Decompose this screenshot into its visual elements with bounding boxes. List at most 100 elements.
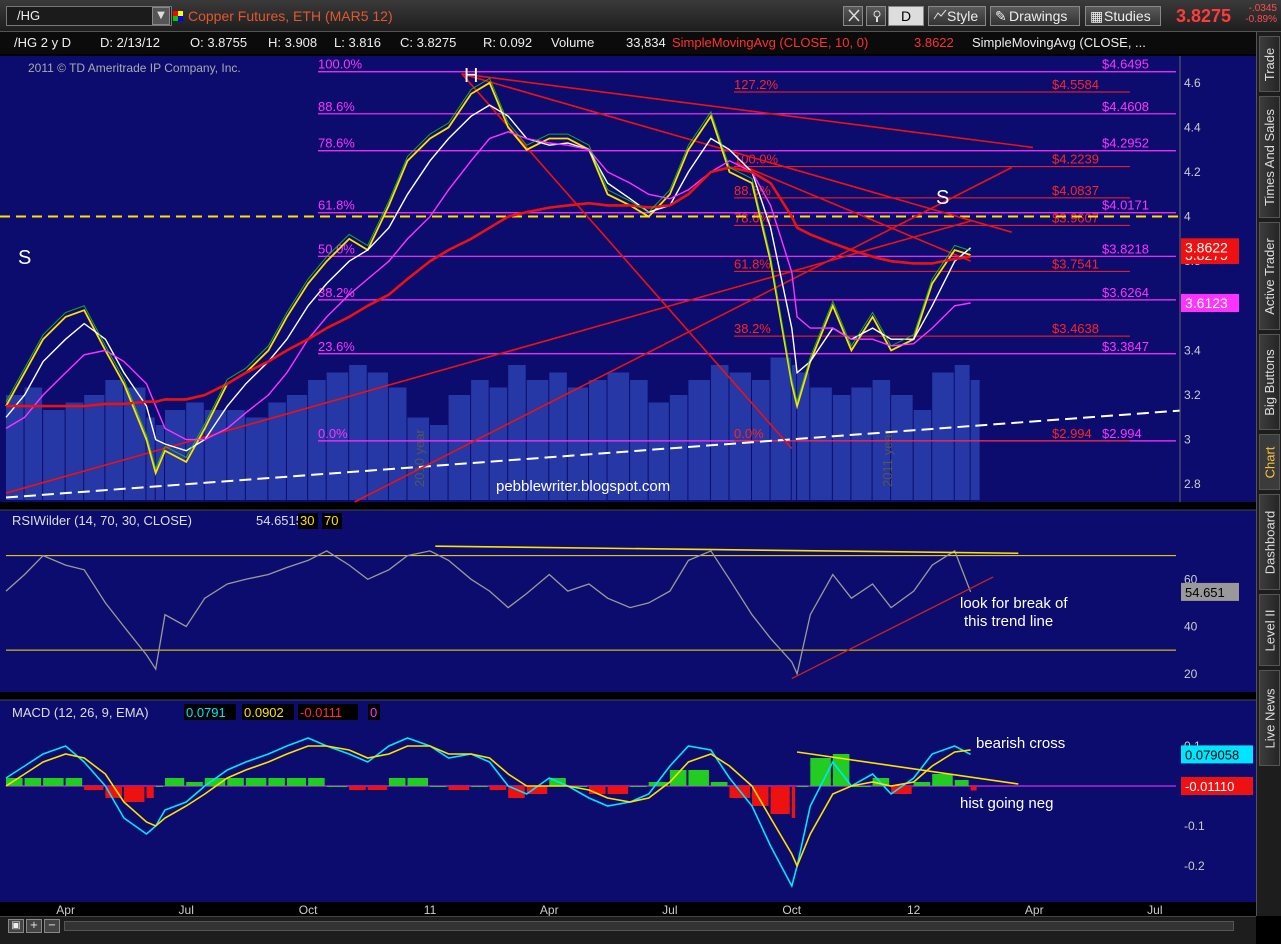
flag-icon[interactable] bbox=[173, 10, 183, 21]
macd-hist-bar bbox=[308, 778, 325, 786]
macd-hist-bar bbox=[489, 786, 507, 790]
sidebar-tab-label: Live News bbox=[1262, 688, 1277, 748]
fib1-price-label: $4.0171 bbox=[1102, 198, 1149, 213]
fib1-price-label: $4.2952 bbox=[1102, 136, 1149, 151]
macd-hist-bar bbox=[630, 786, 647, 787]
rsi-oversold-label: 30 bbox=[300, 513, 314, 528]
volume-bar bbox=[227, 410, 245, 500]
symbol-input[interactable]: /HG bbox=[6, 6, 172, 26]
macd-hist-bar bbox=[448, 786, 470, 790]
sidebar-tab-big-buttons[interactable]: Big Buttons bbox=[1259, 334, 1280, 430]
macd-hist-bar bbox=[367, 786, 387, 790]
fib1-pct-label: 0.0% bbox=[318, 426, 348, 441]
volume-bar bbox=[932, 372, 954, 500]
sidebar-tab-dashboard[interactable]: Dashboard bbox=[1259, 494, 1280, 590]
fib2-pct-label: 38.2% bbox=[734, 321, 771, 336]
fib1-price-label: $2.994 bbox=[1102, 426, 1142, 441]
pattern-label-left-shoulder: S bbox=[18, 247, 31, 269]
macd-hist-bar bbox=[797, 786, 809, 787]
crosshair-icon[interactable] bbox=[843, 6, 863, 26]
price-tick-label: 4.4 bbox=[1184, 120, 1201, 134]
info-field-10: 3.8622 bbox=[914, 35, 954, 50]
horizontal-scrollbar[interactable] bbox=[64, 921, 1234, 931]
sidebar-tab-live-news[interactable]: Live News bbox=[1259, 670, 1280, 766]
fib2-price-label: $3.4638 bbox=[1052, 321, 1099, 336]
price-tick-label: 4 bbox=[1184, 210, 1191, 224]
sidebar-tab-level-ii[interactable]: Level II bbox=[1259, 594, 1280, 666]
fib2-pct-label: 61.8% bbox=[734, 256, 771, 271]
info-field-6: R: 0.092 bbox=[483, 35, 532, 50]
volume-bar bbox=[367, 372, 388, 500]
chart-area[interactable]: /HG 2 y D D: 2/13/12 O: 3.8755 H: 3.908 L: 3… bbox=[0, 32, 1256, 916]
macd-hist-bar bbox=[607, 786, 629, 794]
sidebar-tab-label: Times And Sales bbox=[1262, 108, 1277, 206]
volume-bar bbox=[810, 387, 832, 500]
macd-hist-bar bbox=[970, 786, 977, 791]
price-tick-label: 4.2 bbox=[1184, 165, 1201, 179]
fib2-price-label: $4.5584 bbox=[1052, 77, 1099, 92]
info-field-1: D: 2/13/12 bbox=[100, 35, 160, 50]
fib2-price-label: $3.9607 bbox=[1052, 210, 1099, 225]
zoom-in-icon[interactable]: + bbox=[26, 919, 42, 933]
fib1-pct-label: 23.6% bbox=[318, 339, 355, 354]
macd-hist-bar bbox=[268, 778, 285, 786]
style-button[interactable]: Style bbox=[928, 6, 986, 26]
price-change-abs: -.0345 bbox=[1248, 3, 1277, 14]
x-tick-label: Apr bbox=[1025, 903, 1044, 916]
volume-bar bbox=[954, 365, 970, 500]
volume-bar bbox=[913, 410, 932, 500]
info-field-5: C: 3.8275 bbox=[400, 35, 456, 50]
rsi-title: RSIWilder (14, 70, 30, CLOSE) bbox=[12, 513, 192, 528]
macd-annotation-bearish-cross: bearish cross bbox=[976, 735, 1065, 752]
fib2-pct-label: 127.2% bbox=[734, 77, 779, 92]
volume-bar bbox=[471, 380, 489, 500]
symbol-dropdown-button[interactable]: ▼ bbox=[152, 7, 170, 25]
drawings-button[interactable]: ✎ Drawings bbox=[990, 6, 1080, 26]
price-change: -.0345 -0.89% bbox=[1237, 3, 1277, 25]
year-label-2010: 2010 year bbox=[412, 429, 427, 487]
macd-hist-bar bbox=[165, 778, 185, 786]
volume-bar bbox=[710, 365, 729, 500]
price-tick-label: 4.6 bbox=[1184, 76, 1201, 90]
sidebar-tab-trade[interactable]: Trade bbox=[1259, 36, 1280, 92]
zoom-out-icon[interactable]: − bbox=[44, 919, 60, 933]
macd-hist-bar bbox=[24, 778, 42, 786]
sidebar-tab-chart[interactable]: Chart bbox=[1259, 434, 1280, 490]
fib2-price-label: $3.7541 bbox=[1052, 256, 1099, 271]
price-change-pct: -0.89% bbox=[1245, 14, 1277, 25]
last-price: 3.8275 bbox=[1176, 6, 1232, 26]
macd-hist-bar bbox=[349, 786, 366, 790]
timeframe-button[interactable]: D bbox=[888, 6, 924, 26]
zoom-fit-button[interactable]: ▣ bbox=[8, 919, 24, 933]
sidebar-tab-active-trader[interactable]: Active Trader bbox=[1259, 222, 1280, 330]
macd-hist-bar bbox=[286, 778, 307, 786]
fib1-price-label: $3.3847 bbox=[1102, 339, 1149, 354]
macd-hist-bar bbox=[430, 786, 447, 787]
sidebar-tab-times-and-sales[interactable]: Times And Sales bbox=[1259, 96, 1280, 218]
info-field-2: O: 3.8755 bbox=[190, 35, 247, 50]
macd-hist-bar bbox=[227, 778, 244, 786]
wrench-icon[interactable] bbox=[866, 6, 886, 26]
macd-hist-bar bbox=[791, 786, 796, 818]
sidebar-tab-label: Big Buttons bbox=[1262, 348, 1277, 416]
drawings-label: Drawings bbox=[1009, 8, 1068, 24]
rsi-annotation-line1: look for break of bbox=[960, 595, 1068, 612]
fib2-price-label: $4.2239 bbox=[1052, 152, 1099, 167]
volume-bar bbox=[832, 395, 851, 500]
macd-hist-bar bbox=[710, 782, 728, 786]
fib1-pct-label: 78.6% bbox=[318, 136, 355, 151]
macd-hist-bar bbox=[407, 778, 429, 786]
info-field-9: SimpleMovingAvg (CLOSE, 10, 0) bbox=[672, 35, 868, 50]
volume-bar bbox=[186, 402, 204, 500]
pattern-label-right-shoulder: S bbox=[936, 187, 949, 209]
price-tick-label: 3.4 bbox=[1184, 343, 1201, 357]
rsi-value-badge: 54.651 bbox=[1185, 585, 1225, 600]
volume-bar bbox=[688, 380, 710, 500]
sidebar-tab-label: Chart bbox=[1262, 446, 1278, 478]
x-tick-label: Apr bbox=[56, 903, 75, 916]
chart-style-icon bbox=[933, 7, 947, 20]
studies-button[interactable]: ▦Studies bbox=[1085, 6, 1161, 26]
rsi-annotation-line2: this trend line bbox=[964, 613, 1053, 630]
right-sidebar: Trade Times And Sales Active Trader Big But… bbox=[1256, 32, 1281, 916]
price-tick-label: 2.8 bbox=[1184, 477, 1201, 491]
